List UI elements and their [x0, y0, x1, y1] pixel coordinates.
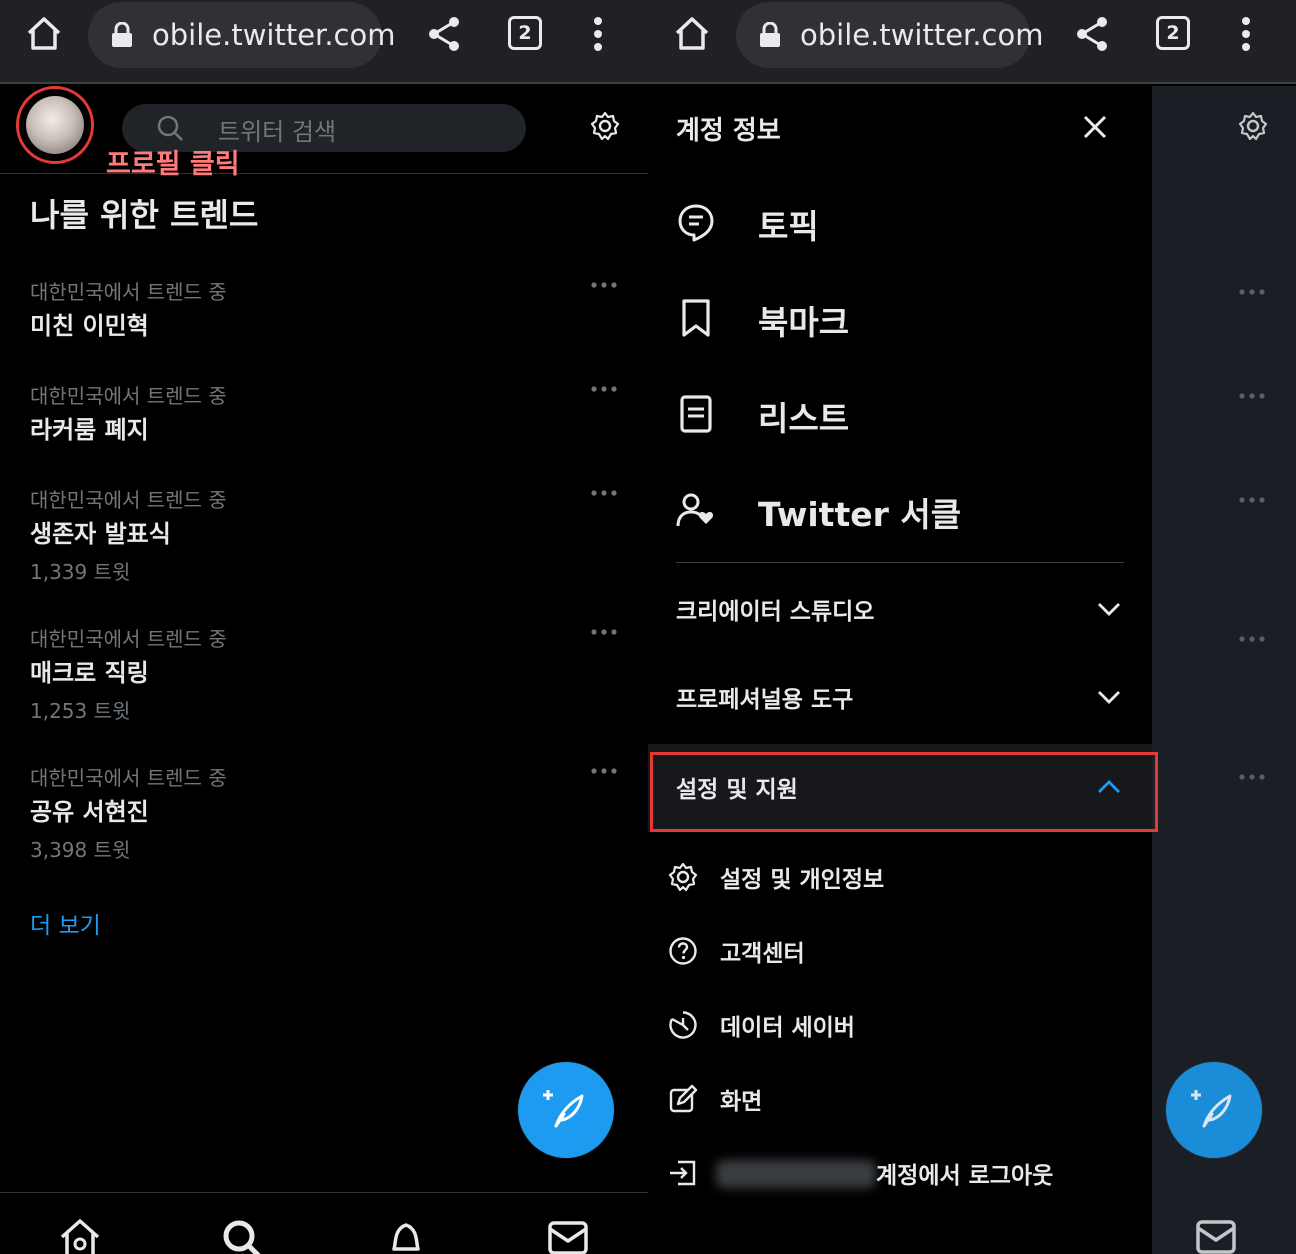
- share-icon[interactable]: [426, 14, 462, 54]
- menu-item-logout[interactable]: 계정에서 로그아웃: [648, 1138, 1152, 1210]
- annotation-highlight-box: [650, 752, 1158, 832]
- trend-name: 미친 이민혁: [30, 312, 149, 340]
- more-horizontal-icon[interactable]: [590, 625, 618, 639]
- menu-item-label: 북마크: [758, 303, 850, 342]
- trend-context: 대한민국에서 트렌드 중: [30, 488, 227, 512]
- gear-icon: [1238, 111, 1268, 141]
- gear-icon[interactable]: [590, 111, 620, 141]
- accordion-professional-tools[interactable]: 프로페셔널용 도구: [648, 654, 1152, 742]
- drawer-title: 계정 정보: [676, 116, 781, 146]
- accordion-label: 크리에이터 스튜디오: [676, 599, 875, 625]
- trend-name: 생존자 발표식: [30, 520, 171, 548]
- trend-context: 대한민국에서 트렌드 중: [30, 384, 227, 408]
- list-icon: [680, 395, 712, 433]
- account-drawer: 계정 정보 토픽 북마크 리스트 Twitter 서클 크리에이터 스튜디오 프…: [648, 86, 1152, 1254]
- help-icon: [669, 937, 697, 965]
- lock-icon: [760, 22, 780, 47]
- compose-feather-icon: [543, 1090, 584, 1128]
- menu-item-settings-privacy[interactable]: 설정 및 개인정보: [648, 842, 1152, 914]
- url-bar[interactable]: obile.twitter.com: [736, 2, 1043, 68]
- more-horizontal-icon: [1239, 636, 1265, 642]
- menu-item-twitter-circle[interactable]: Twitter 서클: [648, 472, 1152, 552]
- chevron-down-icon: [1098, 603, 1120, 616]
- data-saver-icon: [669, 1011, 697, 1039]
- annotation-label: 프로필 클릭: [106, 149, 240, 180]
- dimmed-background-page[interactable]: [1152, 86, 1296, 1254]
- bookmark-icon: [682, 299, 710, 337]
- trend-name: 라커룸 폐지: [30, 416, 149, 444]
- search-icon[interactable]: [220, 1217, 264, 1254]
- trend-context: 대한민국에서 트렌드 중: [30, 280, 227, 304]
- annotation-circle: [16, 86, 94, 164]
- compose-feather-icon: [1191, 1090, 1232, 1128]
- circle-icon: [676, 493, 714, 527]
- chevron-down-icon: [1098, 691, 1120, 704]
- lock-icon: [112, 22, 132, 47]
- menu-item-label: 화면: [720, 1089, 763, 1115]
- menu-item-label: 설정 및 개인정보: [720, 867, 885, 893]
- home-icon[interactable]: [24, 14, 64, 54]
- more-horizontal-icon[interactable]: [590, 278, 618, 292]
- trend-tweet-count: 1,339 트윗: [30, 560, 131, 584]
- menu-item-label: Twitter 서클: [758, 495, 962, 534]
- trend-context: 대한민국에서 트렌드 중: [30, 766, 227, 790]
- more-horizontal-icon: [1239, 393, 1265, 399]
- menu-item-label: 리스트: [758, 399, 850, 438]
- mail-icon: [1196, 1220, 1236, 1254]
- compose-tweet-button[interactable]: [518, 1062, 614, 1158]
- menu-item-label: 계정에서 로그아웃: [876, 1163, 1054, 1189]
- home-icon[interactable]: [672, 14, 712, 54]
- url-bar[interactable]: obile.twitter.com: [88, 2, 395, 68]
- url-text: obile.twitter.com: [152, 18, 396, 52]
- more-vert-icon[interactable]: [592, 16, 604, 52]
- redacted-username: [716, 1160, 876, 1188]
- topics-icon: [678, 204, 714, 242]
- compose-tweet-button: [1166, 1062, 1262, 1158]
- tab-switcher-button[interactable]: 2: [508, 16, 542, 50]
- menu-item-display[interactable]: 화면: [648, 1064, 1152, 1136]
- mail-icon[interactable]: [546, 1217, 590, 1254]
- menu-item-data-saver[interactable]: 데이터 세이버: [648, 990, 1152, 1062]
- show-more-link[interactable]: 더 보기: [30, 906, 101, 940]
- browser-toolbar: obile.twitter.com 2: [648, 0, 1296, 84]
- left-screen: obile.twitter.com 2 트위터 검색 프로필 클릭 나를 위한 …: [0, 0, 648, 1254]
- share-icon[interactable]: [1074, 14, 1110, 54]
- menu-divider: [676, 562, 1124, 563]
- bottom-nav: [0, 1192, 648, 1254]
- more-horizontal-icon[interactable]: [590, 764, 618, 778]
- url-text: obile.twitter.com: [800, 18, 1044, 52]
- more-horizontal-icon: [1239, 774, 1265, 780]
- more-horizontal-icon: [1239, 289, 1265, 295]
- bell-icon[interactable]: [384, 1217, 428, 1254]
- logout-icon: [670, 1160, 696, 1186]
- search-icon: [157, 115, 183, 141]
- more-vert-icon[interactable]: [1240, 16, 1252, 52]
- menu-item-label: 토픽: [758, 207, 819, 246]
- home-icon[interactable]: [58, 1217, 102, 1254]
- display-icon: [669, 1084, 698, 1113]
- more-horizontal-icon[interactable]: [590, 382, 618, 396]
- tab-switcher-button[interactable]: 2: [1156, 16, 1190, 50]
- trend-context: 대한민국에서 트렌드 중: [30, 627, 227, 651]
- trend-name: 공유 서현진: [30, 798, 149, 826]
- more-horizontal-icon: [1239, 497, 1265, 503]
- trends-title: 나를 위한 트렌드: [30, 196, 259, 234]
- accordion-creator-studio[interactable]: 크리에이터 스튜디오: [648, 566, 1152, 654]
- accordion-label: 프로페셔널용 도구: [676, 687, 854, 713]
- close-icon[interactable]: [1082, 114, 1108, 140]
- right-screen: obile.twitter.com 2 계정 정보 토픽 북마크 리스트 Twi…: [648, 0, 1296, 1254]
- menu-item-label: 데이터 세이버: [720, 1015, 855, 1041]
- menu-item-topics[interactable]: 토픽: [648, 184, 1152, 264]
- trend-tweet-count: 1,253 트윗: [30, 699, 131, 723]
- menu-item-label: 고객센터: [720, 941, 805, 967]
- more-horizontal-icon[interactable]: [590, 486, 618, 500]
- browser-toolbar: obile.twitter.com 2: [0, 0, 648, 84]
- gear-icon: [668, 862, 698, 892]
- trend-name: 매크로 직링: [30, 659, 149, 687]
- menu-item-lists[interactable]: 리스트: [648, 376, 1152, 456]
- menu-item-bookmarks[interactable]: 북마크: [648, 280, 1152, 360]
- trend-tweet-count: 3,398 트윗: [30, 838, 131, 862]
- menu-item-help-center[interactable]: 고객센터: [648, 916, 1152, 988]
